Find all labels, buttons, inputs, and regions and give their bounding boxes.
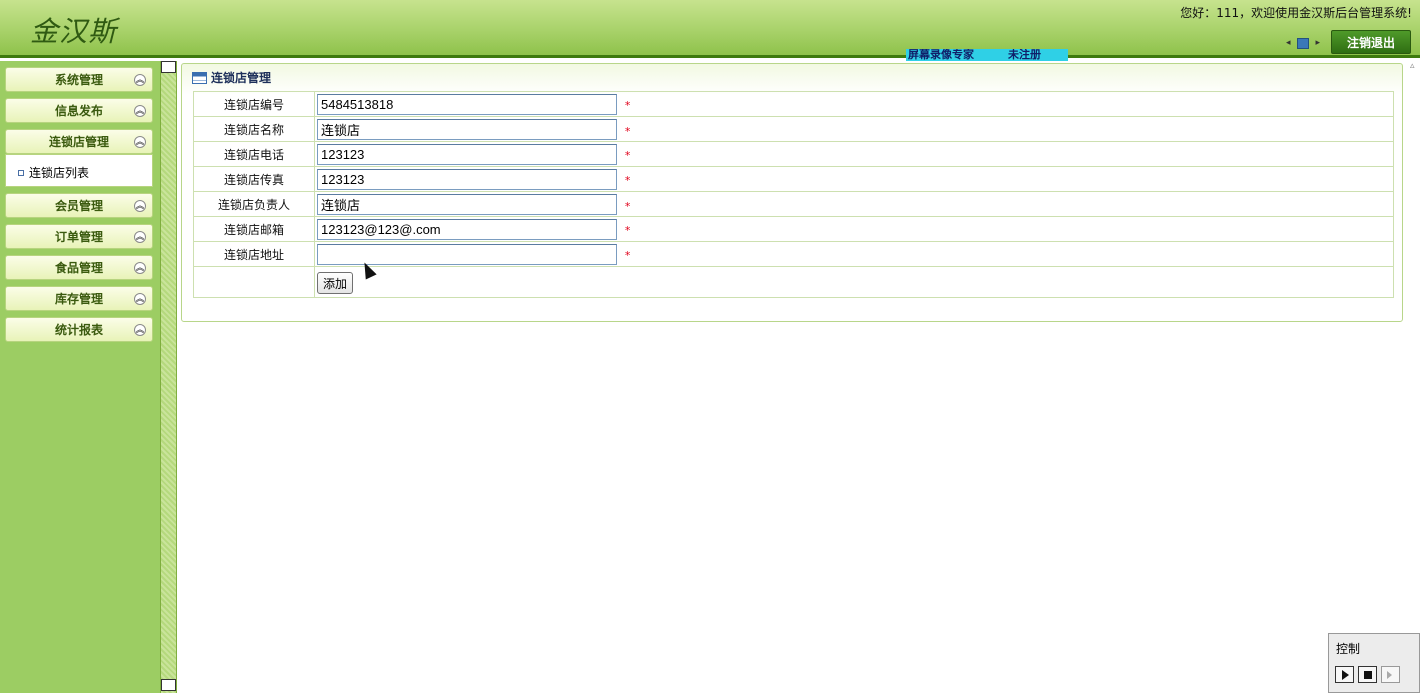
form-row: 连锁店编号 * xyxy=(193,91,1394,117)
field-label: 连锁店负责人 xyxy=(193,191,315,217)
menu-label: 连锁店管理 xyxy=(48,135,109,149)
sidebar-splitter[interactable] xyxy=(160,61,177,693)
store-manager-input[interactable] xyxy=(317,193,617,215)
chevron-up-icon[interactable]: ︽ xyxy=(134,74,146,86)
required-mark: * xyxy=(624,124,631,138)
menu-label: 食品管理 xyxy=(54,261,103,275)
control-buttons xyxy=(1335,666,1400,683)
required-mark: * xyxy=(624,223,631,237)
menu-food[interactable]: 食品管理 ︽ xyxy=(5,255,153,280)
chevron-up-icon[interactable]: ︽ xyxy=(134,231,146,243)
splitter-cap-bottom xyxy=(161,679,176,691)
menu-chain-store[interactable]: 连锁店管理 ︽ xyxy=(5,129,153,154)
sidebar: 系统管理 ︽ 信息发布 ︽ 连锁店管理 ︽ 连锁店列表 会员管理 ︽ 订单管理 … xyxy=(0,61,160,693)
splitter-cap-top xyxy=(161,61,176,73)
submenu-item-store-list[interactable]: 连锁店列表 xyxy=(18,164,89,181)
chevron-up-icon[interactable]: ︽ xyxy=(134,324,146,336)
recorder-control: 控制 xyxy=(1328,633,1420,693)
menu-report[interactable]: 统计报表 ︽ xyxy=(5,317,153,342)
form-row: 连锁店传真 * xyxy=(193,166,1394,192)
menu-label: 系统管理 xyxy=(54,73,103,87)
arrow-left-icon[interactable]: ◂ xyxy=(1286,38,1291,48)
recorder-watermark: 屏幕录像专家 未注册 xyxy=(906,49,1068,61)
field-label: 连锁店邮箱 xyxy=(193,216,315,242)
watermark-right: 未注册 xyxy=(1008,49,1041,61)
panel-title: 连锁店管理 xyxy=(192,69,271,86)
bullet-icon xyxy=(18,169,24,176)
submenu-label: 连锁店列表 xyxy=(29,166,90,180)
chevron-up-icon[interactable]: ︽ xyxy=(134,136,146,148)
app-logo: 金汉斯 xyxy=(30,15,118,48)
chevron-up-icon[interactable]: ︽ xyxy=(134,293,146,305)
menu-member[interactable]: 会员管理 ︽ xyxy=(5,193,153,218)
store-email-input[interactable] xyxy=(317,218,617,240)
required-mark: * xyxy=(624,248,631,262)
stop-icon[interactable] xyxy=(1358,666,1377,683)
top-header: 金汉斯 您好：111，欢迎使用金汉斯后台管理系统! ◂ ▸ 注销退出 屏幕录像专… xyxy=(0,0,1420,61)
chevron-up-icon[interactable]: ︽ xyxy=(134,262,146,274)
nav-arrows[interactable]: ◂ ▸ xyxy=(1286,36,1320,50)
form-row: 连锁店负责人 * xyxy=(193,191,1394,217)
chain-store-panel: 连锁店管理 连锁店编号 * 连锁店名称 * xyxy=(181,63,1403,322)
chevron-up-icon[interactable]: ︽ xyxy=(134,200,146,212)
required-mark: * xyxy=(624,148,631,162)
menu-inventory[interactable]: 库存管理 ︽ xyxy=(5,286,153,311)
menu-label: 订单管理 xyxy=(54,230,103,244)
field-label: 连锁店传真 xyxy=(193,166,315,192)
store-name-input[interactable] xyxy=(317,118,617,140)
submenu-chain-store: 连锁店列表 xyxy=(5,154,153,187)
store-address-input[interactable] xyxy=(317,243,617,265)
menu-info[interactable]: 信息发布 ︽ xyxy=(5,98,153,123)
menu-order[interactable]: 订单管理 ︽ xyxy=(5,224,153,249)
add-button[interactable]: 添加 xyxy=(317,272,354,294)
form-row: 连锁店名称 * xyxy=(193,116,1394,142)
welcome-text: 您好：111，欢迎使用金汉斯后台管理系统! xyxy=(1180,6,1412,20)
form-row: 连锁店地址 * xyxy=(193,241,1394,267)
menu-label: 库存管理 xyxy=(54,292,103,306)
store-fax-input[interactable] xyxy=(317,168,617,190)
form-row: 连锁店邮箱 * xyxy=(193,216,1394,242)
watermark-left: 屏幕录像专家 xyxy=(908,49,974,61)
required-mark: * xyxy=(624,98,631,112)
logout-button[interactable]: 注销退出 xyxy=(1331,30,1411,54)
field-label: 连锁店名称 xyxy=(193,116,315,142)
play-icon[interactable] xyxy=(1335,666,1354,683)
required-mark: * xyxy=(624,173,631,187)
skip-icon[interactable] xyxy=(1381,666,1400,683)
arrow-right-icon[interactable]: ▸ xyxy=(1315,38,1320,48)
menu-system[interactable]: 系统管理 ︽ xyxy=(5,67,153,92)
menu-label: 统计报表 xyxy=(54,323,103,337)
book-icon[interactable] xyxy=(1297,37,1309,49)
chevron-up-icon[interactable]: ︽ xyxy=(134,105,146,117)
scroll-up-icon[interactable]: ▵ xyxy=(1410,61,1420,75)
menu-label: 信息发布 xyxy=(54,104,103,118)
store-id-input[interactable] xyxy=(317,93,617,115)
panel-title-text: 连锁店管理 xyxy=(211,71,272,85)
store-phone-input[interactable] xyxy=(317,143,617,165)
form-row: 连锁店电话 * xyxy=(193,141,1394,167)
field-label: 连锁店地址 xyxy=(193,241,315,267)
control-title: 控制 xyxy=(1336,642,1361,656)
field-label: 连锁店电话 xyxy=(193,141,315,167)
field-label: 连锁店编号 xyxy=(193,91,315,117)
menu-label: 会员管理 xyxy=(54,199,103,213)
table-icon xyxy=(192,71,207,84)
main-content: 连锁店管理 连锁店编号 * 连锁店名称 * xyxy=(177,61,1410,693)
required-mark: * xyxy=(624,199,631,213)
